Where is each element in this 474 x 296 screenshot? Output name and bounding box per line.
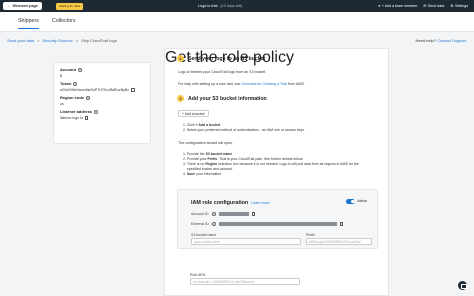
step-number-badge: 2 [177, 95, 184, 102]
wizard-note: The configuration wizard will open. [178, 141, 234, 145]
list-item: 4. Save your information. [183, 172, 223, 177]
send-icon: ✉ [423, 4, 427, 8]
token-label: Token i [60, 81, 78, 86]
copy-icon[interactable] [131, 88, 135, 92]
send-data-button[interactable]: ✉ Send data [423, 4, 444, 8]
back-arrow-icon: ← [7, 4, 11, 8]
tab-shippers[interactable]: Shippers [18, 18, 39, 29]
account-id-row: Account ID i [191, 212, 256, 216]
account-name: Logz.io trial [198, 4, 218, 8]
instructions-list-2: 1. Provide the S3 bucket name 2. Provide… [183, 152, 359, 177]
info-icon[interactable]: i [211, 212, 216, 216]
active-toggle[interactable]: Active [346, 199, 367, 204]
role-arn-input[interactable]: arn:aws:iam::123456789012:role/S3Access [190, 278, 300, 285]
account-info-card: Account i $ Token i sZXaSXfsHamoMaSsPTHT… [53, 62, 151, 144]
redacted-account-id [218, 212, 249, 216]
contact-support-link[interactable]: Contact Support [437, 38, 466, 43]
account-label: Account i [60, 67, 82, 72]
list-item: 2. Select your preferred method of authe… [183, 128, 305, 133]
prefix-input[interactable]: AWSLogs/123456789012/CloudTrail [306, 238, 372, 245]
waiting-for-data-badge[interactable]: Waiting for data [56, 2, 83, 10]
user-plus-icon: ● [378, 4, 381, 8]
bucket-name-input[interactable]: your-bucket-name [191, 238, 301, 245]
creating-trail-link[interactable]: Overview for Creating a Trail [241, 82, 287, 86]
info-icon[interactable]: i [211, 222, 216, 226]
prefix-label: Prefix [306, 233, 315, 237]
redacted-external-id [218, 222, 337, 226]
help-text: Need help? Contact Support [415, 38, 467, 43]
info-icon[interactable]: i [94, 109, 99, 114]
step-number-badge: 1 [177, 55, 184, 62]
bucket-name-label: S3 bucket name [191, 233, 217, 237]
chevron-right-icon: > [75, 38, 79, 43]
chevron-right-icon: > [37, 38, 40, 43]
region-label: Region code i [60, 95, 91, 100]
copy-icon[interactable] [339, 222, 344, 226]
info-icon[interactable]: i [86, 95, 91, 100]
settings-button[interactable]: ⚙ Settings [450, 4, 468, 8]
iam-role-configuration-panel: IAM role configuration Learn more Active… [177, 189, 378, 249]
tab-collectors[interactable]: Collectors [52, 18, 76, 24]
step-1-help-text: For help with setting up a new trail, se… [178, 82, 305, 86]
breadcrumb: Send your data > Security Sources > Ship… [7, 38, 117, 43]
breadcrumb-current: Ship CloudTrail logs [81, 38, 117, 43]
breadcrumb-security-sources[interactable]: Security Sources [42, 38, 72, 43]
account-value: $ [60, 74, 62, 78]
learn-more-link[interactable]: Learn more [251, 201, 269, 205]
main-panel: 1 Send your logs to an S3 bucket Logz.io… [164, 48, 389, 296]
info-icon[interactable]: i [73, 81, 78, 86]
welcome-page-label: Welcome page [12, 4, 38, 8]
step-1-heading: 1 Send your logs to an S3 bucket [177, 55, 265, 62]
instructions-list-1: 1. Click + Add a bucket 2. Select your p… [183, 123, 305, 133]
external-id-row: External ID i [191, 222, 344, 226]
breadcrumb-send-data[interactable]: Send your data [7, 38, 34, 43]
gear-icon: ⚙ [450, 4, 454, 8]
info-icon[interactable]: i [78, 67, 82, 72]
step-2-heading: 2 Add your S3 bucket information [177, 95, 267, 102]
listener-value: listener.logz.io [60, 116, 83, 120]
token-value: sZXaSXfsHamoMaSsPTHTKcJBdEozByBz [60, 88, 130, 92]
toggle-switch[interactable] [346, 199, 356, 204]
chat-icon[interactable] [458, 281, 467, 290]
top-bar: ← Welcome page Waiting for data Logz.io … [0, 0, 474, 12]
tab-bar: Shippers Collectors [0, 12, 474, 32]
copy-icon[interactable] [84, 116, 89, 120]
region-value: us [60, 102, 64, 106]
step-1-text: Logz.io fetches your CloudTrail logs fro… [178, 70, 267, 74]
account-title[interactable]: Logz.io trial (13 days left) [198, 0, 242, 12]
copy-icon[interactable] [251, 212, 256, 216]
listener-label: Listener address i [60, 109, 99, 114]
welcome-page-button[interactable]: ← Welcome page [3, 2, 42, 10]
iam-title: IAM role configuration Learn more [191, 200, 270, 206]
add-team-member-button[interactable]: ● + Add a team member [378, 4, 417, 8]
trial-days-left: (13 days left) [220, 4, 243, 8]
role-arn-label: Role ARN [190, 273, 206, 277]
add-bucket-button[interactable]: + Add a bucket [178, 110, 209, 117]
